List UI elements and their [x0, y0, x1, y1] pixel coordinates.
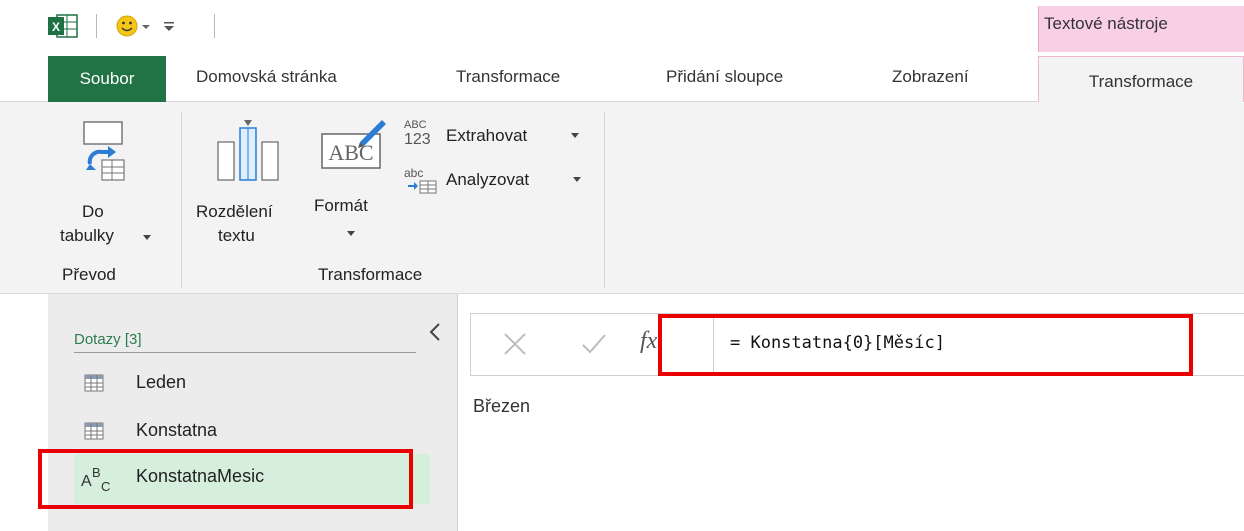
collapse-pane-icon[interactable]	[428, 322, 442, 342]
group-label-transform: Transformace	[318, 265, 423, 284]
extract-button[interactable]: ABC 123 Extrahovat	[402, 120, 588, 152]
table-icon	[84, 374, 104, 392]
chevron-down-icon	[571, 133, 579, 138]
query-item-konstatna[interactable]: Konstatna	[48, 412, 430, 452]
title-separator-2	[214, 14, 215, 38]
parse-icon-text: abc	[404, 166, 424, 180]
tab-home[interactable]: Domovská stránka	[196, 52, 337, 101]
queries-header-line	[74, 352, 416, 353]
chevron-down-icon	[573, 177, 581, 182]
to-table-label-1: Do	[82, 202, 104, 221]
split-label-2: textu	[218, 226, 255, 245]
split-column-icon	[217, 120, 279, 181]
format-label: Formát	[314, 196, 368, 215]
tab-text-transform[interactable]: Transformace	[1038, 56, 1244, 103]
extract-label: Extrahovat	[446, 126, 528, 145]
formula-highlight-box	[658, 314, 1193, 376]
svg-text:ABC: ABC	[328, 140, 373, 165]
cancel-icon[interactable]	[502, 331, 528, 357]
queries-header: Dotazy [3]	[74, 331, 142, 348]
svg-text:X: X	[52, 20, 60, 34]
fx-icon[interactable]: fx	[640, 328, 657, 355]
query-label: Konstatna	[136, 420, 218, 440]
parse-label: Analyzovat	[446, 170, 530, 189]
confirm-check-icon[interactable]	[580, 331, 608, 357]
ribbon	[0, 102, 1244, 294]
tab-add-column[interactable]: Přidání sloupce	[666, 52, 783, 101]
query-result-value: Březen	[473, 396, 531, 416]
to-table-label-2: tabulky	[60, 226, 114, 245]
format-abc-icon: ABC	[321, 120, 386, 169]
tab-file[interactable]: Soubor	[48, 56, 166, 102]
parse-icon	[408, 180, 437, 194]
format-button[interactable]: ABC Formát	[312, 116, 394, 252]
group-label-prevod: Převod	[62, 265, 116, 284]
smiley-icon[interactable]	[116, 15, 180, 37]
parse-button[interactable]: abc Analyzovat	[402, 164, 588, 196]
to-table-button[interactable]: Do tabulky	[60, 116, 174, 252]
title-separator	[96, 14, 97, 38]
extract-icon-top: ABC	[404, 119, 427, 131]
group-separator-2	[604, 112, 605, 288]
table-icon	[84, 422, 104, 440]
excel-icon[interactable]: X	[48, 14, 78, 38]
extract-icon-bottom: 123	[404, 131, 431, 148]
split-label-1: Rozdělení	[196, 202, 273, 221]
context-group-label: Textové nástroje	[1044, 14, 1168, 33]
query-label: Leden	[136, 372, 187, 392]
group-separator	[181, 112, 182, 288]
chevron-down-icon	[143, 235, 151, 240]
split-column-button[interactable]: Rozdělení textu	[190, 116, 308, 252]
chevron-down-icon	[347, 231, 355, 236]
query-highlight-box	[38, 449, 413, 509]
tab-view[interactable]: Zobrazení	[892, 52, 969, 101]
query-item-leden[interactable]: Leden	[48, 364, 430, 404]
tab-transform[interactable]: Transformace	[456, 52, 560, 101]
to-table-icon	[83, 121, 125, 181]
